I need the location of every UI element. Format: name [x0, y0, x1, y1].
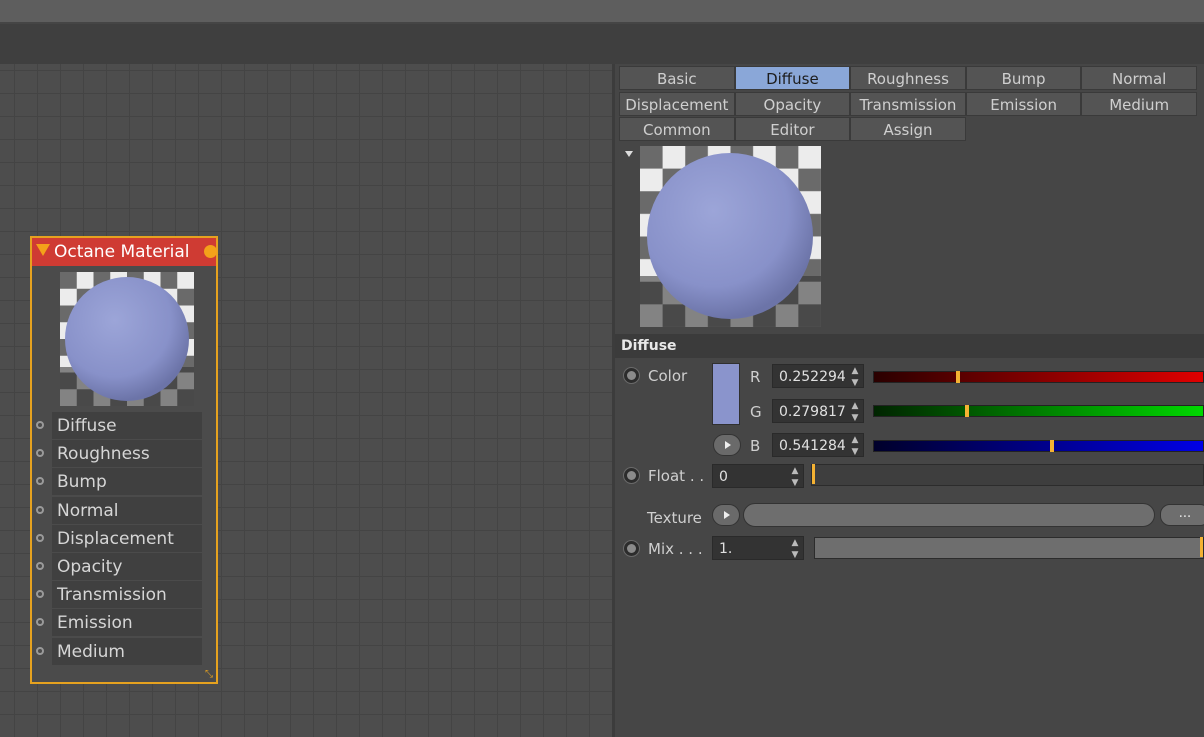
color-swatch[interactable]	[712, 363, 740, 425]
port-label: Normal	[52, 496, 202, 524]
r-slider-handle[interactable]	[955, 371, 960, 383]
r-value-field[interactable]: 0.252294 ▲ ▼	[772, 364, 864, 388]
tab-emission[interactable]: Emission	[965, 91, 1082, 116]
color-expand-button[interactable]	[713, 434, 741, 456]
node-port-medium[interactable]: Medium	[32, 637, 216, 666]
node-port-diffuse[interactable]: Diffuse	[32, 412, 216, 440]
b-channel-label: B	[750, 437, 761, 455]
spinner-icon[interactable]: ▲ ▼	[791, 465, 799, 489]
spinner-icon[interactable]: ▲ ▼	[851, 365, 859, 389]
tab-editor[interactable]: Editor	[734, 117, 851, 141]
node-port-emission[interactable]: Emission	[32, 609, 216, 637]
g-slider-handle[interactable]	[964, 405, 969, 417]
port-pin-icon[interactable]	[36, 618, 44, 627]
b-value-field[interactable]: 0.541284 ▲ ▼	[772, 433, 864, 457]
mix-value-field[interactable]: 1. ▲ ▼	[712, 536, 804, 560]
spinner-icon[interactable]: ▲ ▼	[851, 400, 859, 424]
octane-material-node[interactable]: Octane Material DiffuseRoughnessBumpN	[30, 236, 218, 684]
port-label: Transmission	[52, 581, 202, 609]
section-header-diffuse[interactable]: Diffuse	[615, 334, 1204, 358]
float-slider-handle[interactable]	[812, 464, 815, 484]
spinner-icon[interactable]: ▲ ▼	[791, 537, 799, 561]
texture-browse-button[interactable]: ...	[1160, 504, 1204, 526]
resize-handle-icon[interactable]: ⤡	[203, 669, 215, 681]
mix-slider[interactable]	[814, 537, 1204, 559]
texture-label: Texture	[647, 509, 702, 527]
node-material-preview	[60, 272, 194, 406]
node-header[interactable]: Octane Material	[32, 238, 217, 266]
texture-expand-button[interactable]	[712, 504, 740, 526]
collapse-triangle-icon[interactable]	[36, 244, 50, 256]
node-port-transmission[interactable]: Transmission	[32, 581, 216, 609]
port-label: Diffuse	[52, 412, 202, 439]
mix-label: Mix . . .	[648, 540, 703, 558]
g-slider[interactable]	[873, 405, 1204, 417]
port-pin-icon[interactable]	[36, 421, 44, 429]
port-label: Roughness	[52, 440, 202, 468]
port-pin-icon[interactable]	[36, 477, 44, 486]
tab-basic[interactable]: Basic	[619, 66, 735, 90]
port-pin-icon[interactable]	[36, 505, 44, 514]
tab-medium[interactable]: Medium	[1081, 91, 1197, 116]
port-pin-icon[interactable]	[36, 449, 44, 458]
node-port-roughness[interactable]: Roughness	[32, 440, 216, 468]
color-animate-radio[interactable]	[623, 367, 640, 384]
float-animate-radio[interactable]	[623, 467, 640, 484]
attribute-panel: Basic Diffuse Roughness Bump Normal Displacem…	[615, 64, 1204, 737]
tab-normal[interactable]: Normal	[1081, 66, 1197, 90]
tab-bump[interactable]: Bump	[965, 66, 1082, 90]
float-label: Float . .	[648, 467, 705, 485]
port-pin-icon[interactable]	[36, 590, 44, 599]
node-port-bump[interactable]: Bump	[32, 468, 216, 496]
float-slider[interactable]	[811, 464, 1204, 486]
port-label: Medium	[52, 637, 202, 665]
title-bar	[0, 0, 1204, 24]
r-slider[interactable]	[873, 371, 1204, 383]
b-slider-handle[interactable]	[1049, 440, 1054, 452]
g-channel-label: G	[750, 403, 762, 421]
node-port-displacement[interactable]: Displacement	[32, 524, 216, 553]
tab-assign[interactable]: Assign	[850, 117, 966, 141]
tab-transmission[interactable]: Transmission	[850, 91, 966, 116]
port-label: Emission	[52, 609, 202, 637]
port-pin-icon[interactable]	[36, 646, 44, 655]
node-port-normal[interactable]: Normal	[32, 496, 216, 525]
tab-common[interactable]: Common	[619, 117, 735, 141]
mix-animate-radio[interactable]	[623, 540, 640, 557]
node-title: Octane Material	[54, 242, 190, 262]
port-label: Opacity	[52, 552, 202, 580]
port-label: Bump	[52, 468, 202, 496]
color-label: Color	[648, 367, 688, 385]
port-pin-icon[interactable]	[36, 561, 44, 570]
float-value-field[interactable]: 0 ▲ ▼	[712, 464, 804, 488]
tab-roughness[interactable]: Roughness	[850, 66, 966, 90]
b-slider[interactable]	[873, 440, 1204, 452]
preview-menu-icon[interactable]	[625, 151, 633, 157]
port-pin-icon[interactable]	[36, 533, 44, 542]
node-port-opacity[interactable]: Opacity	[32, 552, 216, 581]
g-value-field[interactable]: 0.279817 ▲ ▼	[772, 399, 864, 423]
texture-link-field[interactable]	[743, 503, 1155, 527]
tab-diffuse[interactable]: Diffuse	[734, 66, 851, 90]
mix-slider-handle[interactable]	[1200, 537, 1203, 557]
port-label: Displacement	[52, 524, 202, 552]
output-port-icon[interactable]	[204, 245, 217, 258]
node-editor-canvas[interactable]: Octane Material DiffuseRoughnessBumpN	[0, 64, 612, 737]
spinner-icon[interactable]: ▲ ▼	[851, 434, 859, 458]
tab-displacement[interactable]: Displacement	[619, 91, 735, 116]
toolbar	[0, 24, 1204, 64]
tab-opacity[interactable]: Opacity	[734, 91, 851, 116]
r-channel-label: R	[750, 368, 761, 386]
material-preview	[640, 146, 821, 327]
